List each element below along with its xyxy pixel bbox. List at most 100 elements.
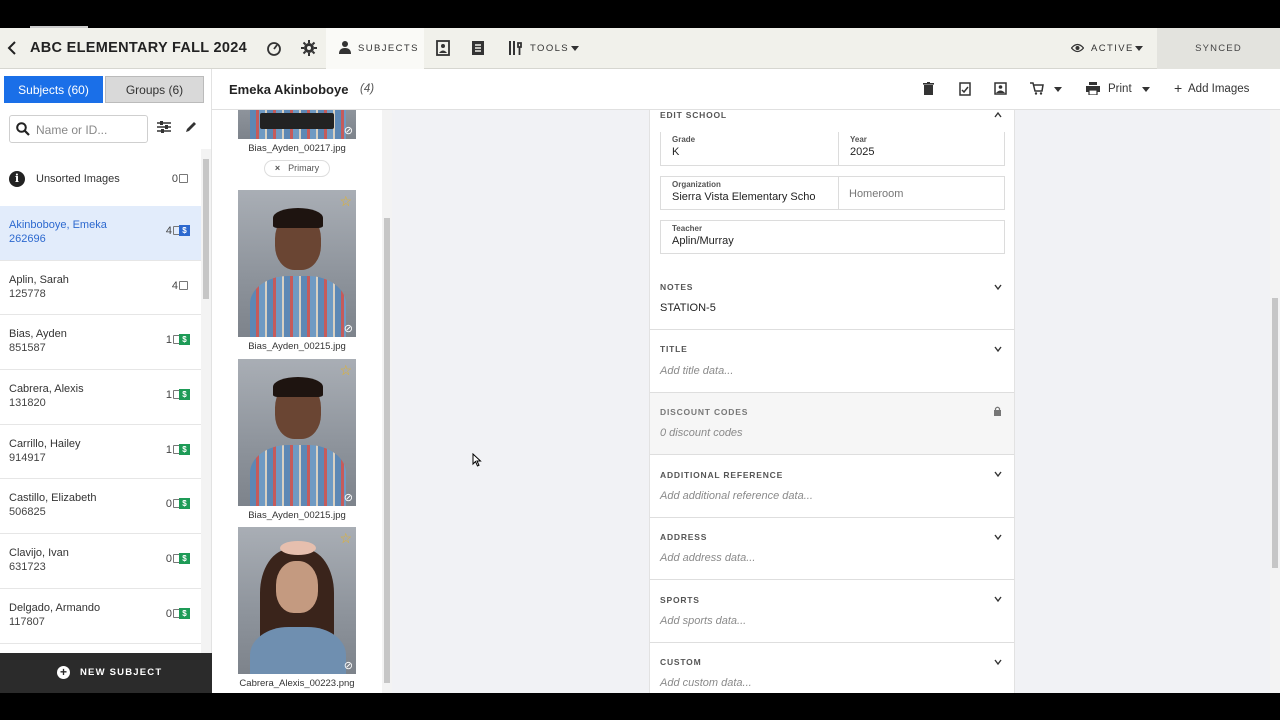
tools-menu[interactable]: TOOLS (530, 43, 569, 54)
organization-field[interactable]: Organization Sierra Vista Elementary Sch… (660, 176, 839, 210)
filter-sliders-icon[interactable] (157, 121, 171, 133)
list-document-icon[interactable] (469, 39, 487, 57)
title-placeholder[interactable]: Add title data... (660, 365, 733, 377)
subject-id: 914917 (9, 451, 46, 464)
list-item[interactable]: Akinboboye, Emeka 262696 4 $ (0, 206, 201, 261)
trash-icon[interactable] (923, 82, 934, 95)
printer-icon[interactable] (1086, 82, 1100, 95)
paid-dollar-icon: $ (179, 443, 190, 455)
chevron-down-icon[interactable] (994, 283, 1002, 291)
list-item[interactable]: Bias, Ayden 851587 1 $ (0, 315, 201, 371)
list-item[interactable]: Carrillo, Hailey 914917 1 $ (0, 425, 201, 480)
image-frame-icon[interactable] (994, 82, 1007, 95)
details-scrollbar-thumb[interactable] (1272, 298, 1278, 568)
mouse-cursor-icon (472, 453, 482, 467)
app-header: ABC ELEMENTARY FALL 2024 SUBJECTS TOOLS … (0, 28, 1280, 69)
subject-name: Bias, Ayden (9, 328, 67, 341)
cart-caret-icon[interactable] (1054, 87, 1062, 92)
teacher-field[interactable]: Teacher Aplin/Murray (660, 220, 1005, 254)
student-photo[interactable]: ☆ ⊘ (238, 190, 356, 337)
edit-pencil-icon[interactable] (184, 120, 198, 134)
hidden-eye-icon[interactable]: ⊘ (344, 322, 353, 335)
tab-subjects-list[interactable]: Subjects (60) (4, 76, 103, 103)
paid-dollar-icon: $ (179, 334, 190, 346)
new-subject-button[interactable]: + NEW SUBJECT (0, 653, 212, 693)
dashboard-icon[interactable] (265, 39, 283, 57)
list-item[interactable]: Aplin, Sarah 125778 4 (0, 261, 201, 316)
subject-name: Delgado, Armando (9, 601, 101, 614)
star-icon[interactable]: ☆ (339, 530, 352, 547)
subject-title: Emeka Akinboboye (229, 82, 349, 97)
hidden-eye-icon[interactable]: ⊘ (344, 659, 353, 672)
star-icon[interactable]: ☆ (339, 193, 352, 210)
tools-caret-icon[interactable] (571, 46, 579, 51)
image-count: 4 (171, 279, 178, 292)
remove-primary-icon[interactable]: × (275, 163, 280, 173)
chevron-down-icon[interactable] (994, 533, 1002, 541)
custom-placeholder[interactable]: Add custom data... (660, 677, 752, 689)
list-item-unsorted[interactable]: i Unsorted Images 0 (0, 156, 201, 206)
cart-icon[interactable] (1030, 82, 1044, 95)
teacher-label: Teacher (672, 224, 703, 233)
list-item[interactable]: Cabrera, Alexis 131820 1 $ (0, 370, 201, 425)
star-icon[interactable]: ☆ (339, 362, 352, 379)
paid-dollar-icon: $ (179, 498, 190, 510)
add-images-button[interactable]: Add Images (1188, 83, 1249, 95)
subjects-sidebar: Subjects (60) Groups (6) Name or ID... i… (0, 69, 212, 693)
homeroom-field[interactable]: Homeroom (838, 176, 1005, 210)
back-arrow-icon[interactable] (6, 40, 18, 56)
additional-reference-placeholder[interactable]: Add additional reference data... (660, 490, 813, 502)
thumbnail-scrollbar[interactable] (382, 110, 392, 693)
unsorted-count: 0 (171, 173, 178, 185)
address-placeholder[interactable]: Add address data... (660, 552, 755, 564)
subject-name: Cabrera, Alexis (9, 383, 84, 396)
plus-icon[interactable]: + (1174, 80, 1182, 96)
primary-label: Primary (288, 163, 320, 173)
chevron-up-icon[interactable] (994, 111, 1002, 119)
tab-groups-list[interactable]: Groups (6) (105, 76, 204, 103)
tools-icon[interactable] (506, 39, 524, 57)
print-button[interactable]: Print (1108, 83, 1132, 95)
sidebar-scrollbar-thumb[interactable] (203, 159, 209, 299)
image-card[interactable]: ☆ ⊘ Bias_Ayden_00215.jpg (238, 359, 356, 521)
chevron-down-icon[interactable] (994, 658, 1002, 666)
list-item[interactable]: Delgado, Armando 117807 0 $ (0, 589, 201, 644)
active-caret-icon[interactable] (1135, 46, 1143, 51)
organization-label: Organization (672, 180, 721, 189)
year-label: Year (850, 135, 867, 144)
print-caret-icon[interactable] (1142, 87, 1150, 92)
hidden-eye-icon[interactable]: ⊘ (344, 124, 353, 137)
sports-placeholder[interactable]: Add sports data... (660, 615, 746, 627)
tab-subjects[interactable]: SUBJECTS (326, 28, 424, 69)
image-card[interactable]: ⊘ Bias_Ayden_00217.jpg (238, 110, 356, 154)
photo-figure (250, 627, 346, 674)
lock-icon (994, 406, 1001, 416)
image-card[interactable]: ☆ ⊘ Cabrera_Alexis_00223.png (238, 527, 356, 689)
subject-details-panel: EDIT SCHOOL Grade K Year 2025 Organizati… (649, 110, 1015, 693)
subject-image-count: (4) (360, 83, 375, 95)
primary-tag[interactable]: × Primary (264, 160, 330, 177)
year-field[interactable]: Year 2025 (838, 132, 1005, 166)
chevron-down-icon[interactable] (994, 595, 1002, 603)
student-photo[interactable]: ☆ ⊘ (238, 359, 356, 506)
photo-hair (273, 208, 323, 228)
document-check-icon[interactable] (959, 82, 971, 96)
grade-field[interactable]: Grade K (660, 132, 839, 166)
thumbnail-scrollbar-thumb[interactable] (384, 218, 390, 683)
active-status-dropdown[interactable]: ACTIVE (1091, 43, 1134, 54)
chevron-down-icon[interactable] (994, 345, 1002, 353)
list-item[interactable]: Clavijo, Ivan 631723 0 $ (0, 534, 201, 589)
chevron-down-icon[interactable] (994, 470, 1002, 478)
hidden-eye-icon[interactable]: ⊘ (344, 491, 353, 504)
search-input[interactable]: Name or ID... (9, 115, 148, 143)
student-photo[interactable]: ☆ ⊘ (238, 527, 356, 674)
subject-name: Aplin, Sarah (9, 273, 69, 286)
details-scrollbar[interactable] (1270, 110, 1280, 693)
image-card[interactable]: ☆ ⊘ Bias_Ayden_00215.jpg (238, 190, 356, 352)
student-photo[interactable]: ⊘ (238, 110, 356, 139)
sidebar-scrollbar[interactable] (201, 149, 211, 654)
settings-gear-icon[interactable] (300, 39, 318, 57)
list-item[interactable]: Castillo, Elizabeth 506825 0 $ (0, 479, 201, 535)
photo-card-icon[interactable] (434, 39, 452, 57)
grade-label: Grade (672, 135, 696, 144)
